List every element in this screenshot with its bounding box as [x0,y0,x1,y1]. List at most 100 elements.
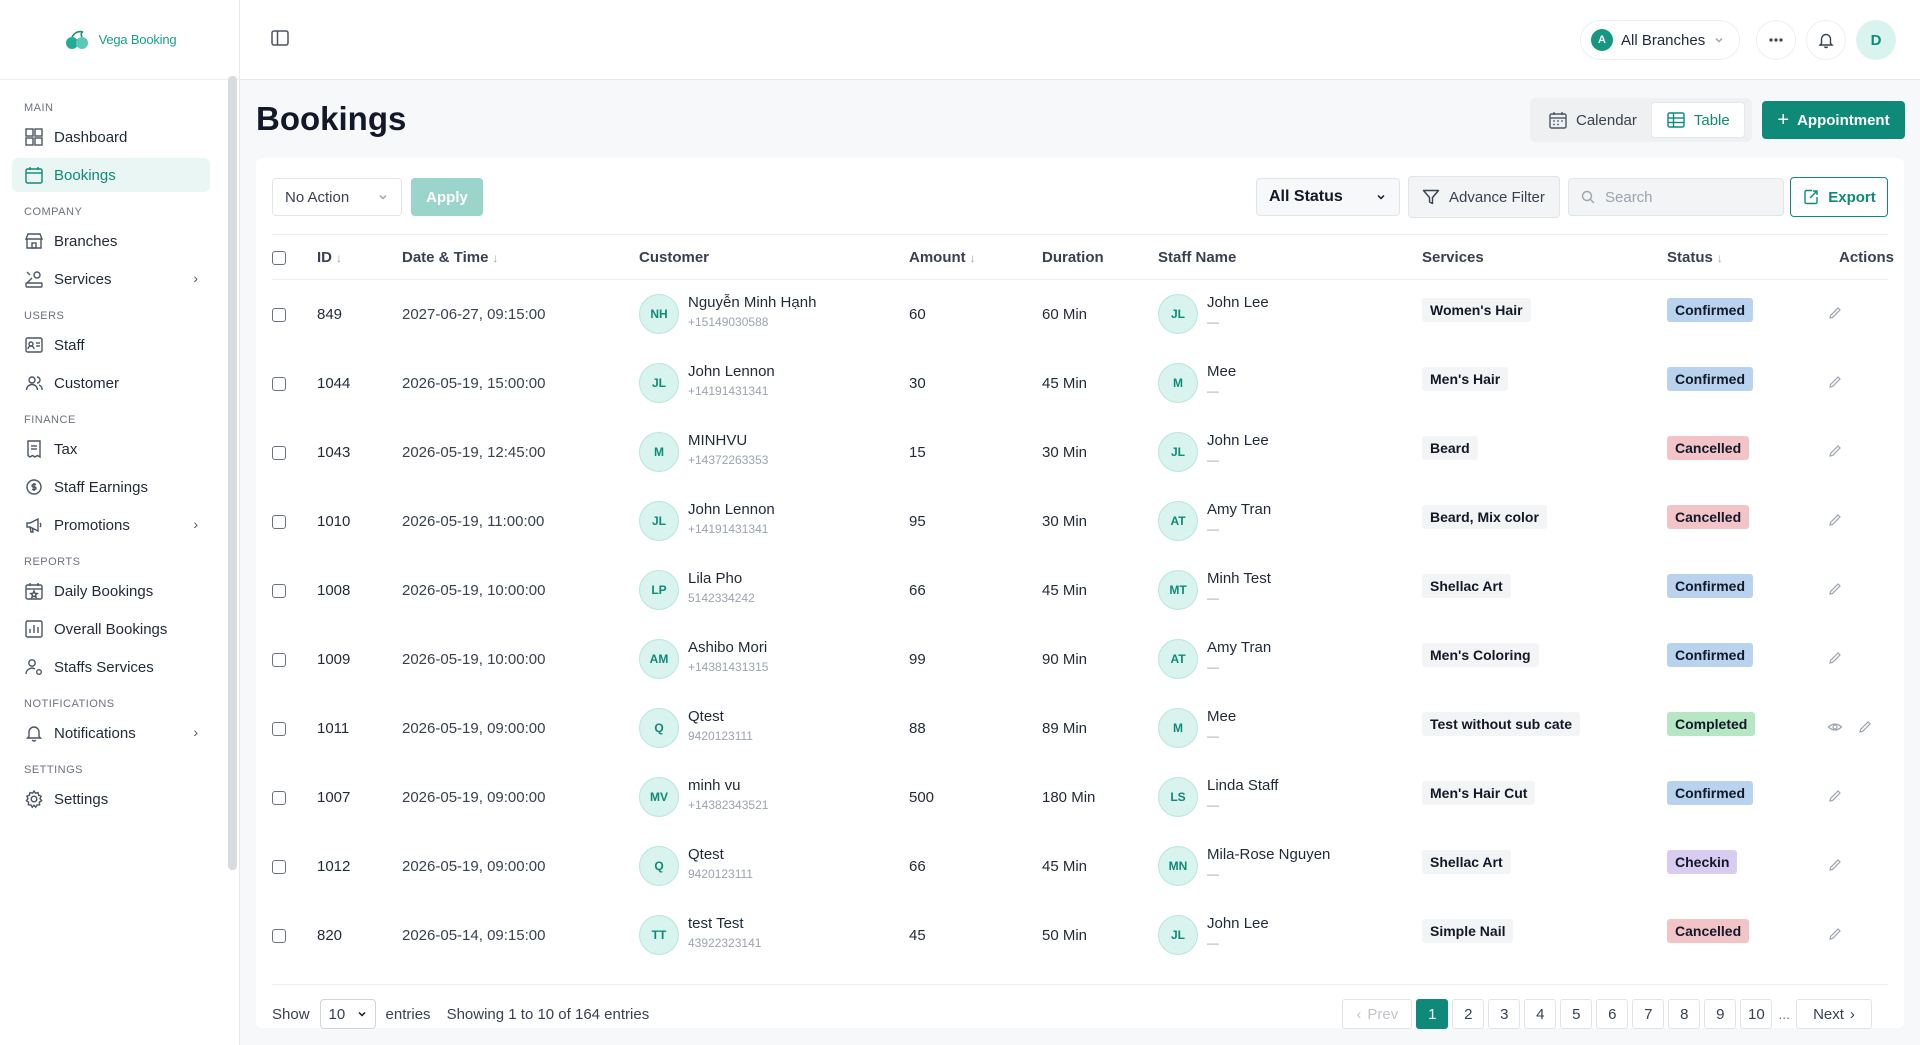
sidebar-item-label: Tax [54,440,78,458]
customer-phone: +14381431315 [688,660,769,674]
sidebar-item-bookings[interactable]: Bookings [12,158,210,192]
brand-logo[interactable]: Vega Booking [0,0,239,80]
page-button[interactable]: 7 [1632,999,1665,1029]
customer-phone: 5142334242 [688,591,755,605]
edit-icon[interactable] [1827,443,1843,463]
sidebar-item-branches[interactable]: Branches [12,224,210,258]
view-icon[interactable] [1827,719,1843,739]
status-badge: Confirmed [1667,781,1753,805]
advance-filter-label: Advance Filter [1449,188,1545,206]
edit-icon[interactable] [1827,650,1843,670]
sidebar-item-staff[interactable]: Staff [12,328,210,362]
page-button[interactable]: 4 [1524,999,1557,1029]
sidebar-item-daily-bookings[interactable]: Daily Bookings [12,574,210,608]
sidebar-item-tax[interactable]: Tax [12,432,210,466]
page-button[interactable]: 9 [1704,999,1737,1029]
customer-name: Qtest [688,846,724,863]
page-button[interactable]: 6 [1596,999,1629,1029]
table-row[interactable]: 1009 2026-05-19, 10:00:00 AM Ashibo Mori… [272,625,1888,694]
page-button[interactable]: 3 [1488,999,1521,1029]
page-button[interactable]: 10 [1740,999,1773,1029]
table-icon [1667,112,1685,128]
booking-duration: 45 Min [1042,582,1088,599]
table-row[interactable]: 1007 2026-05-19, 09:00:00 MV minh vu +14… [272,763,1888,832]
sidebar-item-label: Staff [54,336,85,354]
row-checkbox[interactable] [272,860,286,874]
page-button[interactable]: 2 [1452,999,1485,1029]
sidebar-toggle-icon[interactable] [270,28,292,50]
advance-filter-button[interactable]: Advance Filter [1408,176,1560,218]
prev-page-button[interactable]: ‹ Prev [1342,999,1413,1029]
row-checkbox[interactable] [272,377,286,391]
bell-icon [24,723,44,743]
edit-icon[interactable] [1827,305,1843,325]
table-row[interactable]: 849 2027-06-27, 09:15:00 NH Nguyễn Minh … [272,280,1888,349]
booking-id: 820 [317,927,343,944]
next-page-button[interactable]: Next › [1796,999,1872,1029]
sidebar-item-settings[interactable]: Settings [12,782,210,816]
notifications-button[interactable] [1806,20,1846,60]
table-row[interactable]: 1012 2026-05-19, 09:00:00 Q Qtest 942012… [272,832,1888,901]
edit-icon[interactable] [1827,857,1843,877]
row-actions [1827,374,1843,394]
sidebar-item-staffs-services[interactable]: Staffs Services [12,650,210,684]
col-id[interactable]: ID ↓ [317,249,342,266]
select-all-checkbox[interactable] [272,251,286,265]
table-row[interactable]: 1010 2026-05-19, 11:00:00 JL John Lennon… [272,487,1888,556]
table-view-button[interactable]: Table [1650,102,1745,138]
page-size-select[interactable]: 10 [319,999,376,1029]
export-icon [1804,189,1818,205]
more-options-button[interactable] [1756,20,1796,60]
sidebar-item-staff-earnings[interactable]: Staff Earnings [12,470,210,504]
sidebar-scrollbar[interactable] [228,76,237,870]
calendar-view-button[interactable]: Calendar [1534,102,1651,138]
sidebar-item-services[interactable]: Services › [12,262,210,296]
edit-icon[interactable] [1827,926,1843,946]
page-button[interactable]: 8 [1668,999,1701,1029]
table-row[interactable]: 1044 2026-05-19, 15:00:00 JL John Lennon… [272,349,1888,418]
customer-phone: +15149030588 [688,315,769,329]
booking-amount: 99 [909,651,926,668]
sidebar-item-dashboard[interactable]: Dashboard [12,120,210,154]
edit-icon[interactable] [1827,374,1843,394]
search-input[interactable]: Search [1568,178,1784,216]
edit-icon[interactable] [1827,788,1843,808]
table-row[interactable]: 1011 2026-05-19, 09:00:00 Q Qtest 942012… [272,694,1888,763]
row-checkbox[interactable] [272,653,286,667]
page-button[interactable]: 1 [1416,999,1449,1029]
table-row[interactable]: 820 2026-05-14, 09:15:00 TT test Test 43… [272,901,1888,970]
table-row[interactable]: 1008 2026-05-19, 10:00:00 LP Lila Pho 51… [272,556,1888,625]
booking-datetime: 2026-05-19, 10:00:00 [402,651,546,668]
booking-amount: 88 [909,720,926,737]
row-checkbox[interactable] [272,446,286,460]
row-checkbox[interactable] [272,308,286,322]
row-checkbox[interactable] [272,722,286,736]
row-checkbox[interactable] [272,584,286,598]
sidebar-item-promotions[interactable]: Promotions › [12,508,210,542]
status-badge: Completed [1667,712,1756,736]
col-datetime[interactable]: Date & Time ↓ [402,249,498,266]
row-checkbox[interactable] [272,791,286,805]
user-avatar[interactable]: D [1856,20,1896,60]
col-amount[interactable]: Amount ↓ [909,249,976,266]
apply-button[interactable]: Apply [411,178,483,216]
page-button[interactable]: 5 [1560,999,1593,1029]
edit-icon[interactable] [1827,581,1843,601]
sidebar-item-notifications[interactable]: Notifications › [12,716,210,750]
edit-icon[interactable] [1857,719,1873,739]
branch-selector[interactable]: A All Branches [1580,20,1740,60]
table-row[interactable]: 1043 2026-05-19, 12:45:00 M MINHVU +1437… [272,418,1888,487]
bulk-action-select[interactable]: No Action [272,178,402,216]
status-filter-select[interactable]: All Status [1256,178,1400,216]
add-appointment-button[interactable]: + Appointment [1762,101,1905,139]
sidebar-item-overall-bookings[interactable]: Overall Bookings [12,612,210,646]
col-status[interactable]: Status ↓ [1667,249,1723,266]
customer-phone: +14372263353 [688,453,769,467]
row-checkbox[interactable] [272,515,286,529]
export-button[interactable]: Export [1790,177,1888,217]
sidebar-item-customer[interactable]: Customer [12,366,210,400]
ellipsis-icon [1769,38,1783,42]
edit-icon[interactable] [1827,512,1843,532]
row-checkbox[interactable] [272,929,286,943]
nav-section-title: SETTINGS [24,764,84,776]
